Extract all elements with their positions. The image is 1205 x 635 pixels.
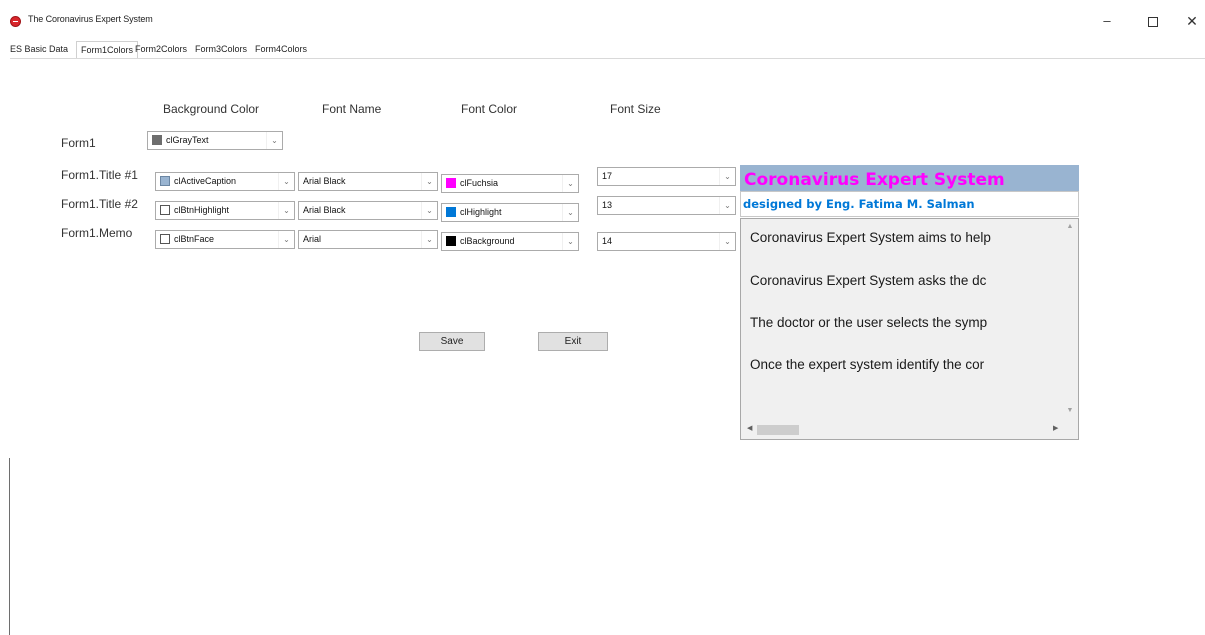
color-swatch [160, 205, 170, 215]
color-swatch [446, 236, 456, 246]
maximize-icon [1148, 17, 1158, 27]
memo-line: The doctor or the user selects the symp [750, 315, 988, 330]
title2-bg-color-select[interactable]: clBtnHighlight ⌄ [155, 201, 295, 220]
row-label-title2: Form1.Title #2 [61, 197, 138, 211]
scroll-down-icon[interactable]: ▼ [1062, 407, 1078, 414]
chevron-down-icon[interactable]: ⌄ [562, 204, 578, 221]
preview-title-1: Coronavirus Expert System [740, 165, 1079, 191]
save-button[interactable]: Save [419, 332, 485, 351]
memo-line: Once the expert system identify the cor [750, 357, 985, 372]
tab-form4colors[interactable]: Form4Colors [255, 44, 307, 54]
row-label-form1: Form1 [61, 136, 96, 150]
scroll-left-icon[interactable]: ◀ [747, 424, 752, 432]
combo-value: clActiveCaption [174, 176, 237, 186]
combo-value: 17 [602, 171, 613, 181]
header-font-size: Font Size [610, 102, 661, 116]
combo-value: clBtnHighlight [174, 205, 230, 215]
tab-form1colors[interactable]: Form1Colors [76, 41, 139, 59]
combo-value: clBackground [460, 236, 515, 246]
chevron-down-icon[interactable]: ⌄ [562, 175, 578, 192]
window-edge [9, 458, 10, 635]
chevron-down-icon[interactable]: ⌄ [278, 231, 294, 248]
scroll-right-icon[interactable]: ▶ [1053, 424, 1058, 432]
title-bar [0, 6, 1205, 38]
header-font-color: Font Color [461, 102, 518, 116]
header-font-name: Font Name [322, 102, 382, 116]
combo-value: clGrayText [166, 135, 209, 145]
title1-font-name-select[interactable]: Arial Black ⌄ [298, 172, 438, 191]
combo-value: clFuchsia [460, 178, 499, 188]
row-label-title1: Form1.Title #1 [61, 168, 138, 182]
preview-memo[interactable]: Coronavirus Expert System aims to help C… [740, 218, 1079, 440]
color-swatch [446, 207, 456, 217]
combo-value: Arial [303, 234, 322, 244]
combo-value: 13 [602, 200, 613, 210]
tab-divider [10, 58, 1205, 59]
title2-font-color-select[interactable]: clHighlight ⌄ [441, 203, 579, 222]
memo-line: Coronavirus Expert System asks the dc [750, 273, 987, 288]
title2-font-name-select[interactable]: Arial Black ⌄ [298, 201, 438, 220]
color-swatch [446, 178, 456, 188]
minimize-button[interactable]: – [1093, 10, 1121, 32]
title2-font-size-select[interactable]: 13 ⌄ [597, 196, 736, 215]
chevron-down-icon[interactable]: ⌄ [421, 231, 437, 248]
window-title: The Coronavirus Expert System [28, 14, 153, 24]
form1-bg-color-select[interactable]: clGrayText ⌄ [147, 131, 283, 150]
scroll-up-icon[interactable]: ▲ [1062, 223, 1078, 230]
tab-form3colors[interactable]: Form3Colors [195, 44, 247, 54]
chevron-down-icon[interactable]: ⌄ [278, 173, 294, 190]
vertical-scrollbar[interactable]: ▲ ▼ [1062, 219, 1078, 421]
title1-font-size-select[interactable]: 17 ⌄ [597, 167, 736, 186]
combo-value: clBtnFace [174, 234, 215, 244]
combo-value: clHighlight [460, 207, 502, 217]
header-background-color: Background Color [163, 102, 260, 116]
color-swatch [160, 176, 170, 186]
chevron-down-icon[interactable]: ⌄ [719, 197, 735, 214]
chevron-down-icon[interactable]: ⌄ [719, 168, 735, 185]
color-swatch [152, 135, 162, 145]
combo-value: 14 [602, 236, 613, 246]
memo-bg-color-select[interactable]: clBtnFace ⌄ [155, 230, 295, 249]
maximize-button[interactable] [1139, 10, 1167, 32]
chevron-down-icon[interactable]: ⌄ [421, 173, 437, 190]
chevron-down-icon[interactable]: ⌄ [562, 233, 578, 250]
memo-font-name-select[interactable]: Arial ⌄ [298, 230, 438, 249]
title1-bg-color-select[interactable]: clActiveCaption ⌄ [155, 172, 295, 191]
close-button[interactable]: ✕ [1178, 10, 1205, 32]
scroll-thumb[interactable] [757, 425, 799, 435]
chevron-down-icon[interactable]: ⌄ [421, 202, 437, 219]
title1-font-color-select[interactable]: clFuchsia ⌄ [441, 174, 579, 193]
chevron-down-icon[interactable]: ⌄ [719, 233, 735, 250]
memo-font-size-select[interactable]: 14 ⌄ [597, 232, 736, 251]
color-swatch [160, 234, 170, 244]
memo-font-color-select[interactable]: clBackground ⌄ [441, 232, 579, 251]
combo-value: Arial Black [303, 176, 346, 186]
preview-title-2: designed by Eng. Fatima M. Salman [740, 191, 1079, 217]
memo-line: Coronavirus Expert System aims to help [750, 230, 991, 245]
horizontal-scrollbar[interactable]: ◀ ▶ [741, 421, 1078, 439]
tab-es-basic-data[interactable]: ES Basic Data [10, 44, 68, 54]
app-icon [10, 16, 21, 27]
exit-button[interactable]: Exit [538, 332, 608, 351]
row-label-memo: Form1.Memo [61, 226, 133, 240]
tab-form2colors[interactable]: Form2Colors [135, 44, 187, 54]
chevron-down-icon[interactable]: ⌄ [266, 132, 282, 149]
chevron-down-icon[interactable]: ⌄ [278, 202, 294, 219]
combo-value: Arial Black [303, 205, 346, 215]
